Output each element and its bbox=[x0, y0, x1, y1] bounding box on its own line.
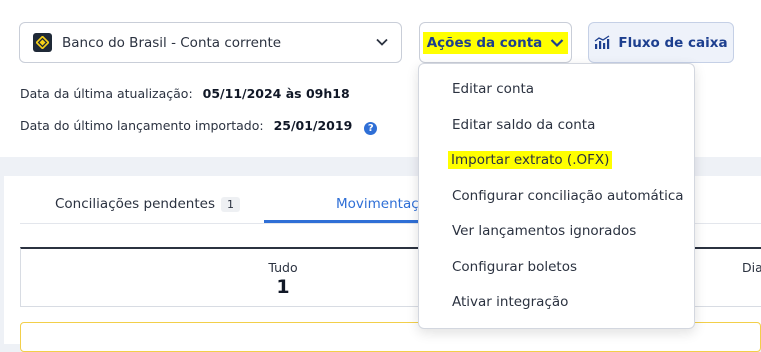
tab-pending-label: Conciliações pendentes bbox=[55, 196, 215, 212]
bar-chart-icon bbox=[594, 35, 610, 49]
tab-pending-count-badge: 1 bbox=[221, 197, 240, 212]
active-tab-indicator bbox=[264, 220, 424, 223]
tab-movements[interactable]: Movimentaç bbox=[336, 196, 419, 212]
last-update-value: 05/11/2024 às 09h18 bbox=[202, 86, 350, 101]
menu-item-auto-reconciliation[interactable]: Configurar conciliação automática bbox=[452, 188, 684, 204]
account-select[interactable]: Banco do Brasil - Conta corrente bbox=[19, 22, 402, 63]
menu-item-configure-boletos[interactable]: Configurar boletos bbox=[452, 259, 577, 275]
cash-flow-label: Fluxo de caixa bbox=[618, 34, 728, 51]
account-actions-label: Ações da conta bbox=[426, 34, 543, 51]
menu-item-activate-integration[interactable]: Ativar integração bbox=[452, 294, 568, 310]
menu-item-edit-account[interactable]: Editar conta bbox=[452, 81, 534, 97]
account-actions-button[interactable]: Ações da conta bbox=[419, 22, 572, 63]
menu-item-edit-balance[interactable]: Editar saldo da conta bbox=[452, 117, 595, 133]
account-actions-menu: Editar conta Editar saldo da conta Impor… bbox=[418, 63, 695, 329]
summary-day-label: Dia bbox=[742, 260, 761, 275]
account-select-label: Banco do Brasil - Conta corrente bbox=[62, 34, 282, 51]
last-import-info: Data do último lançamento importado: 25/… bbox=[20, 118, 378, 135]
banco-do-brasil-logo-icon bbox=[33, 33, 52, 52]
last-import-value: 25/01/2019 bbox=[273, 118, 353, 133]
menu-item-import-statement[interactable]: Importar extrato (.OFX) bbox=[448, 151, 613, 169]
help-icon[interactable]: ? bbox=[364, 122, 378, 135]
last-update-label: Data da última atualização: bbox=[20, 86, 193, 101]
menu-item-ignored-entries[interactable]: Ver lançamentos ignorados bbox=[452, 223, 636, 239]
cash-flow-button[interactable]: Fluxo de caixa bbox=[588, 22, 734, 63]
last-import-label: Data do último lançamento importado: bbox=[20, 118, 264, 133]
tab-pending-reconciliations[interactable]: Conciliações pendentes 1 bbox=[55, 196, 240, 212]
chevron-down-icon bbox=[550, 38, 564, 47]
tab-movements-label: Movimentaç bbox=[336, 196, 419, 212]
last-update-info: Data da última atualização: 05/11/2024 à… bbox=[20, 86, 350, 101]
chevron-down-icon bbox=[376, 38, 388, 46]
